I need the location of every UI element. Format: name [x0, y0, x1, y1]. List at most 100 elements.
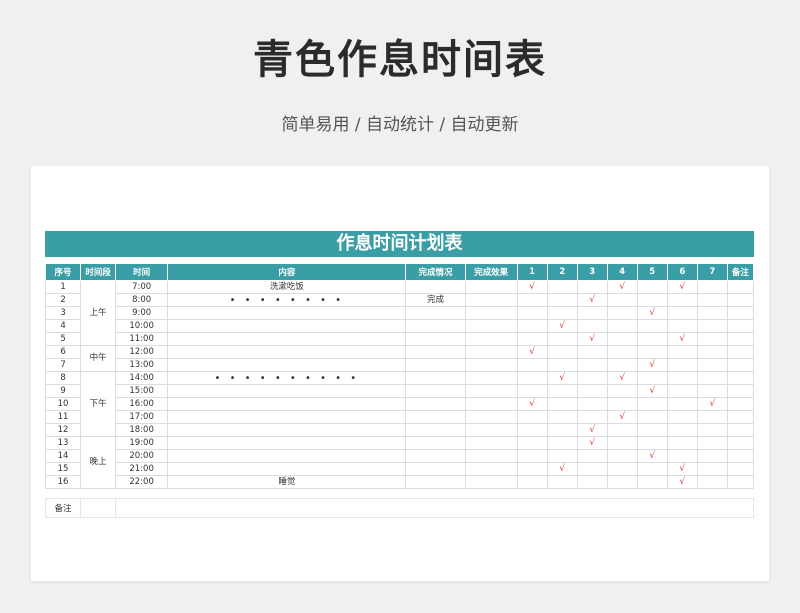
notes-cell[interactable]: [80, 498, 116, 518]
day-3-cell[interactable]: [576, 384, 608, 398]
day-5-cell[interactable]: [636, 319, 668, 333]
day-1-cell[interactable]: [516, 384, 548, 398]
day-6-cell[interactable]: [666, 371, 698, 385]
day-7-cell[interactable]: [696, 462, 728, 476]
day-2-cell[interactable]: [546, 358, 578, 372]
day-5-cell[interactable]: [636, 332, 668, 346]
day-1-cell[interactable]: [516, 332, 548, 346]
day-5-cell[interactable]: [636, 397, 668, 411]
day-6-cell[interactable]: [666, 345, 698, 359]
day-7-cell[interactable]: [696, 423, 728, 437]
day-1-cell[interactable]: [516, 475, 548, 489]
day-2-cell[interactable]: [546, 475, 578, 489]
check-mark[interactable]: √: [516, 280, 548, 294]
day-4-cell[interactable]: [606, 397, 638, 411]
check-mark[interactable]: √: [576, 423, 608, 437]
day-4-cell[interactable]: [606, 345, 638, 359]
day-7-cell[interactable]: [696, 280, 728, 294]
day-5-cell[interactable]: [636, 410, 668, 424]
check-mark[interactable]: √: [666, 280, 698, 294]
status-cell[interactable]: [405, 397, 466, 411]
content-cell[interactable]: [167, 462, 407, 476]
remark-cell[interactable]: [726, 475, 755, 489]
remark-cell[interactable]: [726, 280, 755, 294]
status-cell[interactable]: [405, 410, 466, 424]
day-5-cell[interactable]: [636, 293, 668, 307]
day-4-cell[interactable]: [606, 319, 638, 333]
day-6-cell[interactable]: [666, 358, 698, 372]
day-7-cell[interactable]: [696, 345, 728, 359]
day-3-cell[interactable]: [576, 306, 608, 320]
effect-cell[interactable]: [464, 306, 518, 320]
remark-cell[interactable]: [726, 293, 755, 307]
day-1-cell[interactable]: [516, 319, 548, 333]
day-4-cell[interactable]: [606, 358, 638, 372]
check-mark[interactable]: √: [606, 371, 638, 385]
day-3-cell[interactable]: [576, 345, 608, 359]
effect-cell[interactable]: [464, 280, 518, 294]
effect-cell[interactable]: [464, 423, 518, 437]
day-2-cell[interactable]: [546, 293, 578, 307]
remark-cell[interactable]: [726, 358, 755, 372]
status-cell[interactable]: [405, 475, 466, 489]
day-2-cell[interactable]: [546, 436, 578, 450]
effect-cell[interactable]: [464, 345, 518, 359]
content-cell[interactable]: [167, 358, 407, 372]
day-7-cell[interactable]: [696, 358, 728, 372]
check-mark[interactable]: √: [666, 332, 698, 346]
check-mark[interactable]: √: [546, 319, 578, 333]
day-3-cell[interactable]: [576, 358, 608, 372]
day-1-cell[interactable]: [516, 293, 548, 307]
day-4-cell[interactable]: [606, 306, 638, 320]
day-7-cell[interactable]: [696, 475, 728, 489]
content-cell[interactable]: [167, 332, 407, 346]
day-7-cell[interactable]: [696, 436, 728, 450]
remark-cell[interactable]: [726, 397, 755, 411]
content-cell[interactable]: 睡觉: [167, 475, 407, 489]
day-1-cell[interactable]: [516, 371, 548, 385]
remark-cell[interactable]: [726, 449, 755, 463]
day-5-cell[interactable]: [636, 475, 668, 489]
effect-cell[interactable]: [464, 449, 518, 463]
check-mark[interactable]: √: [576, 436, 608, 450]
status-cell[interactable]: [405, 358, 466, 372]
check-mark[interactable]: √: [576, 332, 608, 346]
check-mark[interactable]: √: [606, 280, 638, 294]
effect-cell[interactable]: [464, 475, 518, 489]
remark-cell[interactable]: [726, 371, 755, 385]
day-4-cell[interactable]: [606, 462, 638, 476]
content-cell[interactable]: [167, 410, 407, 424]
check-mark[interactable]: √: [696, 397, 728, 411]
day-3-cell[interactable]: [576, 449, 608, 463]
day-3-cell[interactable]: [576, 371, 608, 385]
status-cell[interactable]: [405, 436, 466, 450]
day-5-cell[interactable]: [636, 280, 668, 294]
effect-cell[interactable]: [464, 358, 518, 372]
day-7-cell[interactable]: [696, 371, 728, 385]
day-7-cell[interactable]: [696, 332, 728, 346]
day-4-cell[interactable]: [606, 423, 638, 437]
day-4-cell[interactable]: [606, 293, 638, 307]
remark-cell[interactable]: [726, 306, 755, 320]
content-cell[interactable]: [167, 449, 407, 463]
day-7-cell[interactable]: [696, 306, 728, 320]
day-6-cell[interactable]: [666, 449, 698, 463]
content-cell[interactable]: [167, 423, 407, 437]
check-mark[interactable]: √: [636, 306, 668, 320]
status-cell[interactable]: [405, 384, 466, 398]
day-5-cell[interactable]: [636, 436, 668, 450]
day-6-cell[interactable]: [666, 410, 698, 424]
day-3-cell[interactable]: [576, 410, 608, 424]
status-cell[interactable]: [405, 345, 466, 359]
remark-cell[interactable]: [726, 332, 755, 346]
check-mark[interactable]: √: [576, 293, 608, 307]
day-1-cell[interactable]: [516, 436, 548, 450]
check-mark[interactable]: √: [636, 384, 668, 398]
day-6-cell[interactable]: [666, 293, 698, 307]
day-5-cell[interactable]: [636, 371, 668, 385]
day-1-cell[interactable]: [516, 358, 548, 372]
day-3-cell[interactable]: [576, 319, 608, 333]
check-mark[interactable]: √: [546, 371, 578, 385]
day-2-cell[interactable]: [546, 332, 578, 346]
status-cell[interactable]: [405, 319, 466, 333]
